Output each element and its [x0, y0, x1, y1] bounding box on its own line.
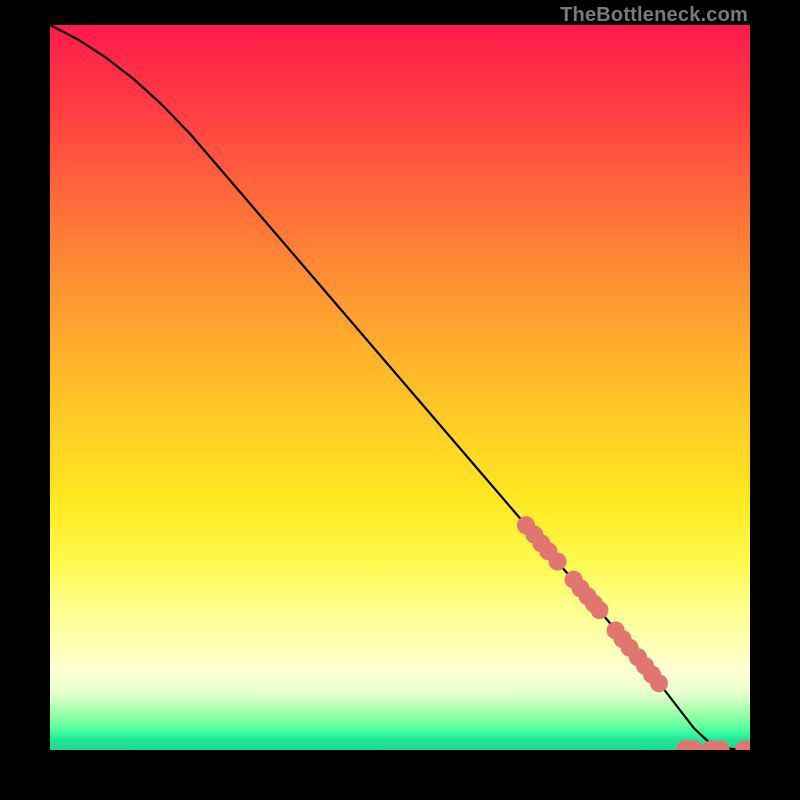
data-marker [650, 674, 668, 692]
chart-frame: TheBottleneck.com [0, 0, 800, 800]
attribution-text: TheBottleneck.com [560, 4, 748, 27]
data-marker [591, 601, 609, 619]
marker-layer [517, 516, 750, 750]
plot-area [50, 25, 750, 750]
curve-layer [50, 25, 750, 749]
data-marker [549, 553, 567, 571]
chart-svg [50, 25, 750, 750]
main-curve [50, 25, 750, 749]
